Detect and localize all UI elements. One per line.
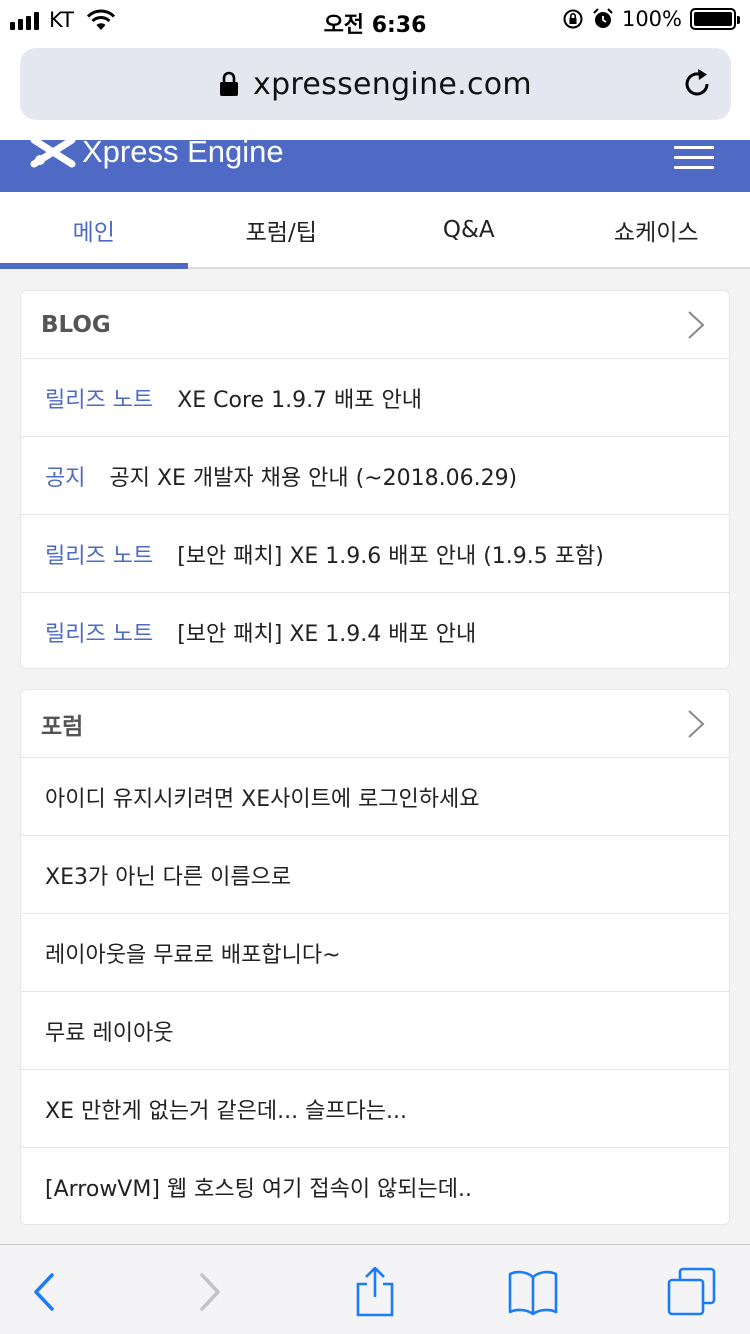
blog-item-title[interactable]: [보안 패치] XE 1.9.6 배포 안내 (1.9.5 포함) <box>177 538 604 570</box>
forum-title: 포럼 <box>41 713 84 740</box>
forum-item[interactable]: 레이아웃을 무료로 배포합니다~ <box>21 914 729 992</box>
site-header: Xpress Engine <box>0 140 750 192</box>
blog-item-category[interactable]: 릴리즈 노트 <box>45 382 153 414</box>
hamburger-menu-icon[interactable] <box>674 146 714 169</box>
forum-item[interactable]: [ArrowVM] 웹 호스팅 여기 접속이 않되는데.. <box>21 1148 729 1226</box>
battery-icon <box>690 8 740 30</box>
rotation-lock-icon <box>563 9 583 29</box>
forum-card: 포럼 아이디 유지시키려면 XE사이트에 로그인하세요 XE3가 아닌 다른 이… <box>20 689 730 1225</box>
tab-showcase[interactable]: 쇼케이스 <box>563 192 750 267</box>
forum-item[interactable]: XE 만한게 없는거 같은데... 슬프다는... <box>21 1070 729 1148</box>
blog-header[interactable]: BLOG <box>21 291 729 359</box>
chevron-right-icon[interactable] <box>687 310 705 340</box>
lock-icon <box>220 71 239 96</box>
status-right: 100% <box>562 7 740 31</box>
forum-item[interactable]: XE3가 아닌 다른 이름으로 <box>21 836 729 914</box>
tab-main[interactable]: 메인 <box>0 192 188 269</box>
browser-toolbar <box>0 1244 750 1334</box>
tabs-icon[interactable] <box>666 1267 716 1317</box>
url-text[interactable]: xpressengine.com <box>253 67 532 102</box>
blog-item[interactable]: 공지 공지 XE 개발자 채용 안내 (~2018.06.29) <box>21 437 729 515</box>
forum-item[interactable]: 아이디 유지시키려면 XE사이트에 로그인하세요 <box>21 758 729 836</box>
blog-card: BLOG 릴리즈 노트 XE Core 1.9.7 배포 안내 공지 공지 XE… <box>20 290 730 669</box>
blog-item-title[interactable]: 공지 XE 개발자 채용 안내 (~2018.06.29) <box>109 460 517 492</box>
blog-item[interactable]: 릴리즈 노트 XE Core 1.9.7 배포 안내 <box>21 359 729 437</box>
address-bar[interactable]: xpressengine.com <box>20 48 731 120</box>
chevron-right-icon[interactable] <box>687 709 705 739</box>
browser-chrome: KT 오전 6:36 100% xpressengine.com <box>0 0 750 140</box>
forward-icon[interactable] <box>186 1267 236 1317</box>
share-icon[interactable] <box>350 1267 400 1317</box>
status-bar: KT 오전 6:36 100% <box>0 0 750 40</box>
site-logo[interactable]: Xpress Engine <box>30 140 284 170</box>
blog-item[interactable]: 릴리즈 노트 [보안 패치] XE 1.9.4 배포 안내 <box>21 593 729 671</box>
main-tabs: 메인 포럼/팁 Q&A 쇼케이스 <box>0 192 750 269</box>
tab-qna[interactable]: Q&A <box>375 192 563 267</box>
logo-text: Xpress Engine <box>82 140 284 169</box>
tab-forum-tips[interactable]: 포럼/팁 <box>188 192 376 267</box>
reload-icon[interactable] <box>681 68 713 100</box>
blog-item-category[interactable]: 릴리즈 노트 <box>45 616 153 648</box>
alarm-icon <box>593 8 613 28</box>
blog-item-title[interactable]: XE Core 1.9.7 배포 안내 <box>177 382 422 414</box>
forum-header[interactable]: 포럼 <box>21 690 729 758</box>
blog-item-category[interactable]: 릴리즈 노트 <box>45 538 153 570</box>
bookmarks-icon[interactable] <box>508 1267 558 1317</box>
battery-percentage: 100% <box>621 7 682 31</box>
forum-item[interactable]: 무료 레이아웃 <box>21 992 729 1070</box>
back-icon[interactable] <box>24 1267 74 1317</box>
blog-title: BLOG <box>41 311 111 338</box>
blog-item-category[interactable]: 공지 <box>45 460 85 492</box>
blog-item-title[interactable]: [보안 패치] XE 1.9.4 배포 안내 <box>177 616 476 648</box>
blog-item[interactable]: 릴리즈 노트 [보안 패치] XE 1.9.6 배포 안내 (1.9.5 포함) <box>21 515 729 593</box>
xe-logo-icon <box>30 140 76 168</box>
